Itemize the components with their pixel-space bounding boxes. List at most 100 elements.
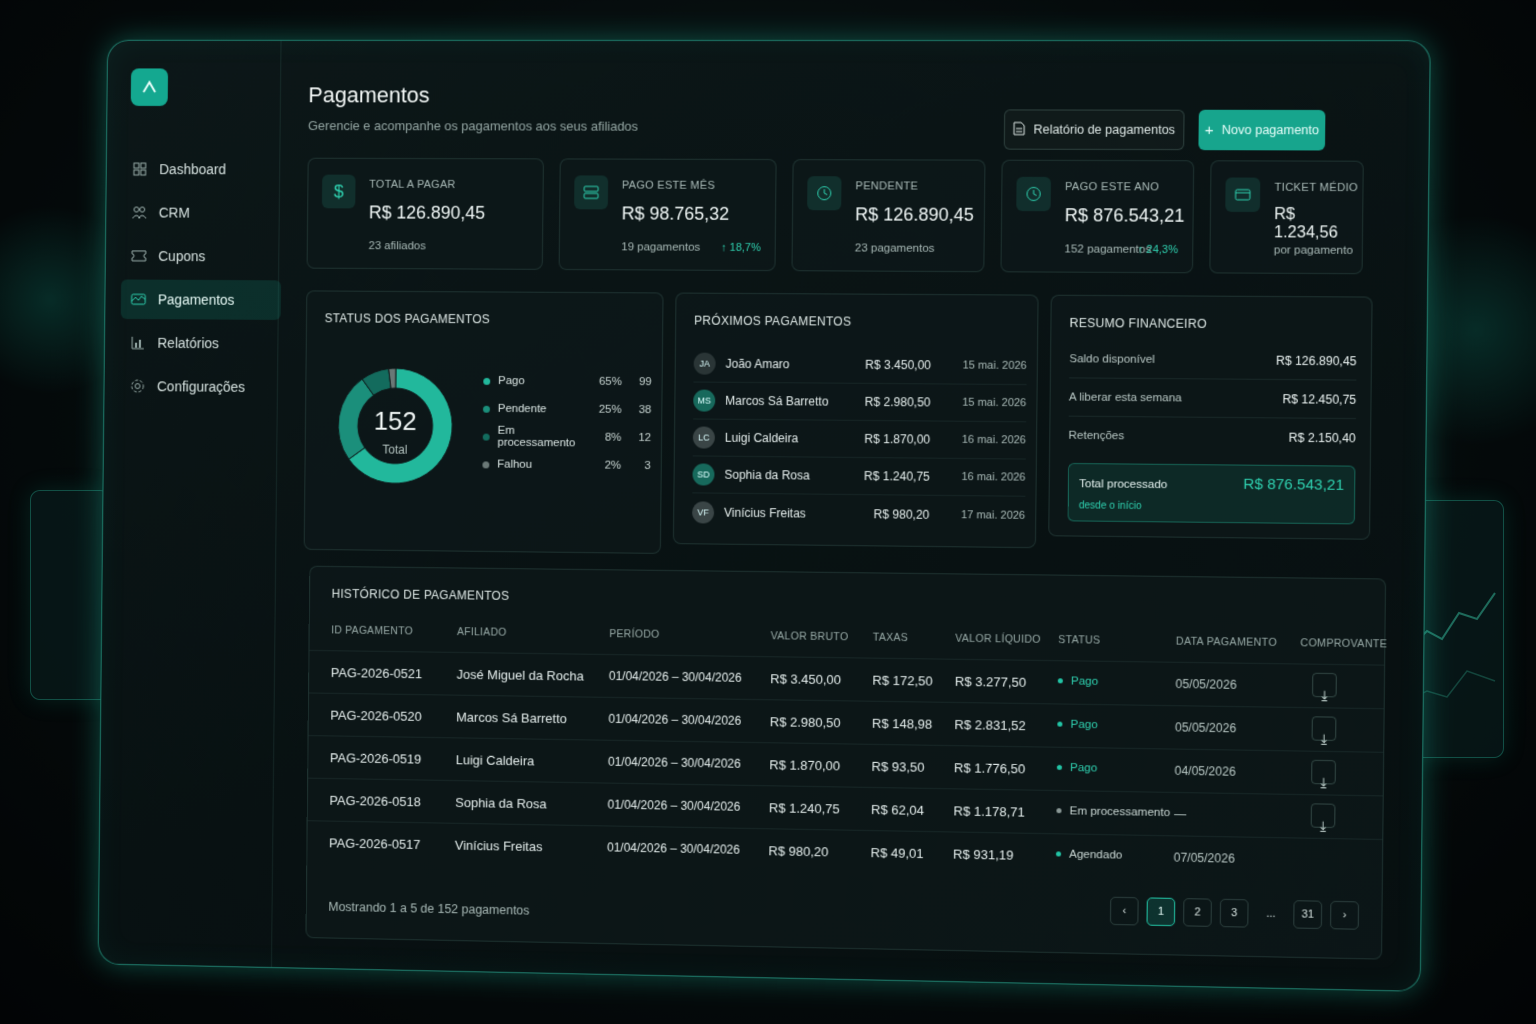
- download-icon: ⤓: [1321, 688, 1328, 704]
- sidebar-item-configuracoes[interactable]: Configurações: [120, 366, 280, 407]
- next-page-button[interactable]: ›: [1330, 900, 1360, 930]
- page-button-3[interactable]: 3: [1219, 898, 1249, 928]
- download-icon: ⤓: [1320, 731, 1327, 747]
- card-icon: [1225, 177, 1261, 212]
- affiliate-name: José Miguel da Rocha: [456, 666, 584, 684]
- legend-item-pendente: Pendente 25% 38: [482, 400, 652, 419]
- total-processed-label: Total processado: [1079, 478, 1168, 492]
- stat-card-pendente: PENDENTE R$ 126.890,45 23 pagamentos: [791, 159, 986, 273]
- bar-chart-icon: [130, 335, 146, 351]
- legend-item-falhou: Falhou 2% 3: [482, 455, 651, 475]
- due-date: 16 mai. 2026: [961, 433, 1027, 447]
- column-header: STATUS: [1058, 633, 1101, 647]
- status-dot: [1055, 851, 1062, 857]
- payments-report-button[interactable]: Relatório de pagamentos: [1003, 109, 1185, 151]
- sidebar-item-label: Cupons: [158, 248, 206, 265]
- stat-card-pago-este-ano: PAGO ESTE ANO R$ 876.543,21 152 pagament…: [1000, 159, 1195, 274]
- due-date: 15 mai. 2026: [962, 359, 1027, 373]
- sidebar-item-dashboard[interactable]: Dashboard: [122, 149, 282, 189]
- column-header: DATA PAGAMENTO: [1175, 635, 1277, 650]
- period: 01/04/2026 – 30/04/2026: [608, 711, 742, 728]
- upcoming-payments-card: PRÓXIMOS PAGAMENTOS JA João Amaro R$ 3.4…: [672, 292, 1039, 549]
- status-dot: [1056, 808, 1062, 814]
- section-title: RESUMO FINANCEIRO: [1069, 315, 1207, 331]
- legend-dot: [482, 460, 490, 468]
- payment-history-card: HISTÓRICO DE PAGAMENTOS ID PAGAMENTO AFI…: [305, 565, 1387, 960]
- stat-value: R$ 126.890,45: [368, 202, 486, 223]
- summary-row: Retenções R$ 2.150,40: [1068, 417, 1356, 458]
- net-value: R$ 2.831,52: [954, 717, 1026, 734]
- list-item[interactable]: LC Luigi Caldeira R$ 1.870,00 16 mai. 20…: [692, 419, 1027, 460]
- list-item[interactable]: MS Marcos Sá Barretto R$ 2.980,50 15 mai…: [693, 382, 1027, 423]
- list-item[interactable]: SD Sophia da Rosa R$ 1.240,75 16 mai. 20…: [692, 456, 1026, 497]
- stat-value: R$ 126.890,45: [855, 204, 975, 225]
- avatar: SD: [692, 463, 715, 486]
- payment-id: PAG-2026-0518: [329, 792, 421, 810]
- legend-dot: [482, 433, 490, 441]
- net-value: R$ 1.776,50: [953, 760, 1026, 777]
- wallet-icon: [131, 291, 147, 307]
- affiliate-name: Marcos Sá Barretto: [725, 393, 829, 409]
- page-ellipsis: ...: [1266, 907, 1276, 921]
- download-receipt-button[interactable]: ⤓: [1311, 759, 1336, 790]
- dollar-icon: $: [321, 174, 356, 209]
- download-receipt-button[interactable]: ⤓: [1311, 716, 1337, 747]
- period: 01/04/2026 – 30/04/2026: [607, 754, 741, 771]
- summary-value: R$ 2.150,40: [1288, 430, 1356, 446]
- legend-pct: 8%: [604, 431, 622, 444]
- gross-value: R$ 980,20: [768, 843, 829, 860]
- payment-id: PAG-2026-0517: [328, 835, 421, 852]
- ticket-icon: [131, 248, 147, 264]
- stat-card-total-a-pagar: $ TOTAL A PAGAR R$ 126.890,45 23 afiliad…: [306, 157, 544, 270]
- chevron-right-icon: ›: [1342, 909, 1347, 922]
- list-item[interactable]: VF Vinícius Freitas R$ 980,20 17 mai. 20…: [692, 493, 1025, 534]
- legend-pct: 25%: [598, 403, 622, 416]
- period: 01/04/2026 – 30/04/2026: [608, 668, 742, 685]
- sidebar-item-cupons[interactable]: Cupons: [121, 236, 281, 276]
- stat-trend: ↑ 18,7%: [720, 241, 761, 255]
- list-item[interactable]: JA João Amaro R$ 3.450,00 15 mai. 2026: [693, 345, 1027, 386]
- amount: R$ 1.870,00: [864, 431, 931, 447]
- page-button-2[interactable]: 2: [1183, 898, 1212, 927]
- download-receipt-button[interactable]: ⤓: [1312, 672, 1337, 703]
- total-processed-box: Total processado R$ 876.543,21 desde o i…: [1067, 462, 1356, 525]
- summary-label: Saldo disponível: [1069, 352, 1155, 366]
- status-badge: Em processamento: [1056, 805, 1170, 819]
- sidebar-item-relatorios[interactable]: Relatórios: [120, 323, 280, 364]
- due-date: 16 mai. 2026: [961, 470, 1026, 484]
- users-icon: [131, 205, 147, 221]
- legend-label: Falhou: [497, 458, 533, 471]
- summary-value: R$ 12.450,75: [1282, 391, 1357, 407]
- period: 01/04/2026 – 30/04/2026: [607, 797, 741, 814]
- app-window: Dashboard CRM Cupons Pagamentos Relatóri…: [97, 39, 1431, 992]
- stat-label: TICKET MÉDIO: [1274, 181, 1359, 195]
- sidebar-item-pagamentos[interactable]: Pagamentos: [120, 279, 281, 320]
- legend-label: Pago: [498, 375, 525, 388]
- payment-date: 04/05/2026: [1174, 763, 1236, 779]
- sidebar-item-label: Pagamentos: [157, 291, 235, 308]
- column-header: TAXAS: [872, 631, 909, 645]
- stat-sub: 19 pagamentos: [621, 241, 701, 254]
- page-button-1[interactable]: 1: [1146, 897, 1176, 927]
- affiliate-name: Sophia da Rosa: [724, 467, 810, 483]
- period: 01/04/2026 – 30/04/2026: [607, 840, 740, 857]
- page-button-31[interactable]: 31: [1293, 900, 1323, 930]
- stat-label: PAGO ESTE ANO: [1064, 181, 1160, 194]
- affiliate-name: Marcos Sá Barretto: [456, 709, 567, 727]
- amount: R$ 3.450,00: [865, 357, 932, 373]
- status-badge: Pago: [1056, 762, 1097, 775]
- fees: R$ 148,98: [871, 715, 933, 732]
- stat-value: R$ 876.543,21: [1064, 205, 1185, 226]
- payment-date: 07/05/2026: [1173, 850, 1235, 866]
- app-logo[interactable]: [130, 68, 169, 106]
- download-receipt-button[interactable]: ⤓: [1310, 803, 1336, 834]
- stat-label: PAGO ESTE MÊS: [621, 179, 716, 192]
- sidebar-item-crm[interactable]: CRM: [122, 193, 282, 233]
- prev-page-button[interactable]: ‹: [1109, 896, 1139, 926]
- status-dot: [1057, 678, 1063, 684]
- download-icon: ⤓: [1320, 775, 1327, 791]
- new-payment-button[interactable]: + Novo pagamento: [1198, 109, 1326, 151]
- avatar: MS: [693, 389, 716, 412]
- affiliate-name: Vinícius Freitas: [454, 837, 543, 855]
- sidebar-item-label: CRM: [158, 204, 190, 221]
